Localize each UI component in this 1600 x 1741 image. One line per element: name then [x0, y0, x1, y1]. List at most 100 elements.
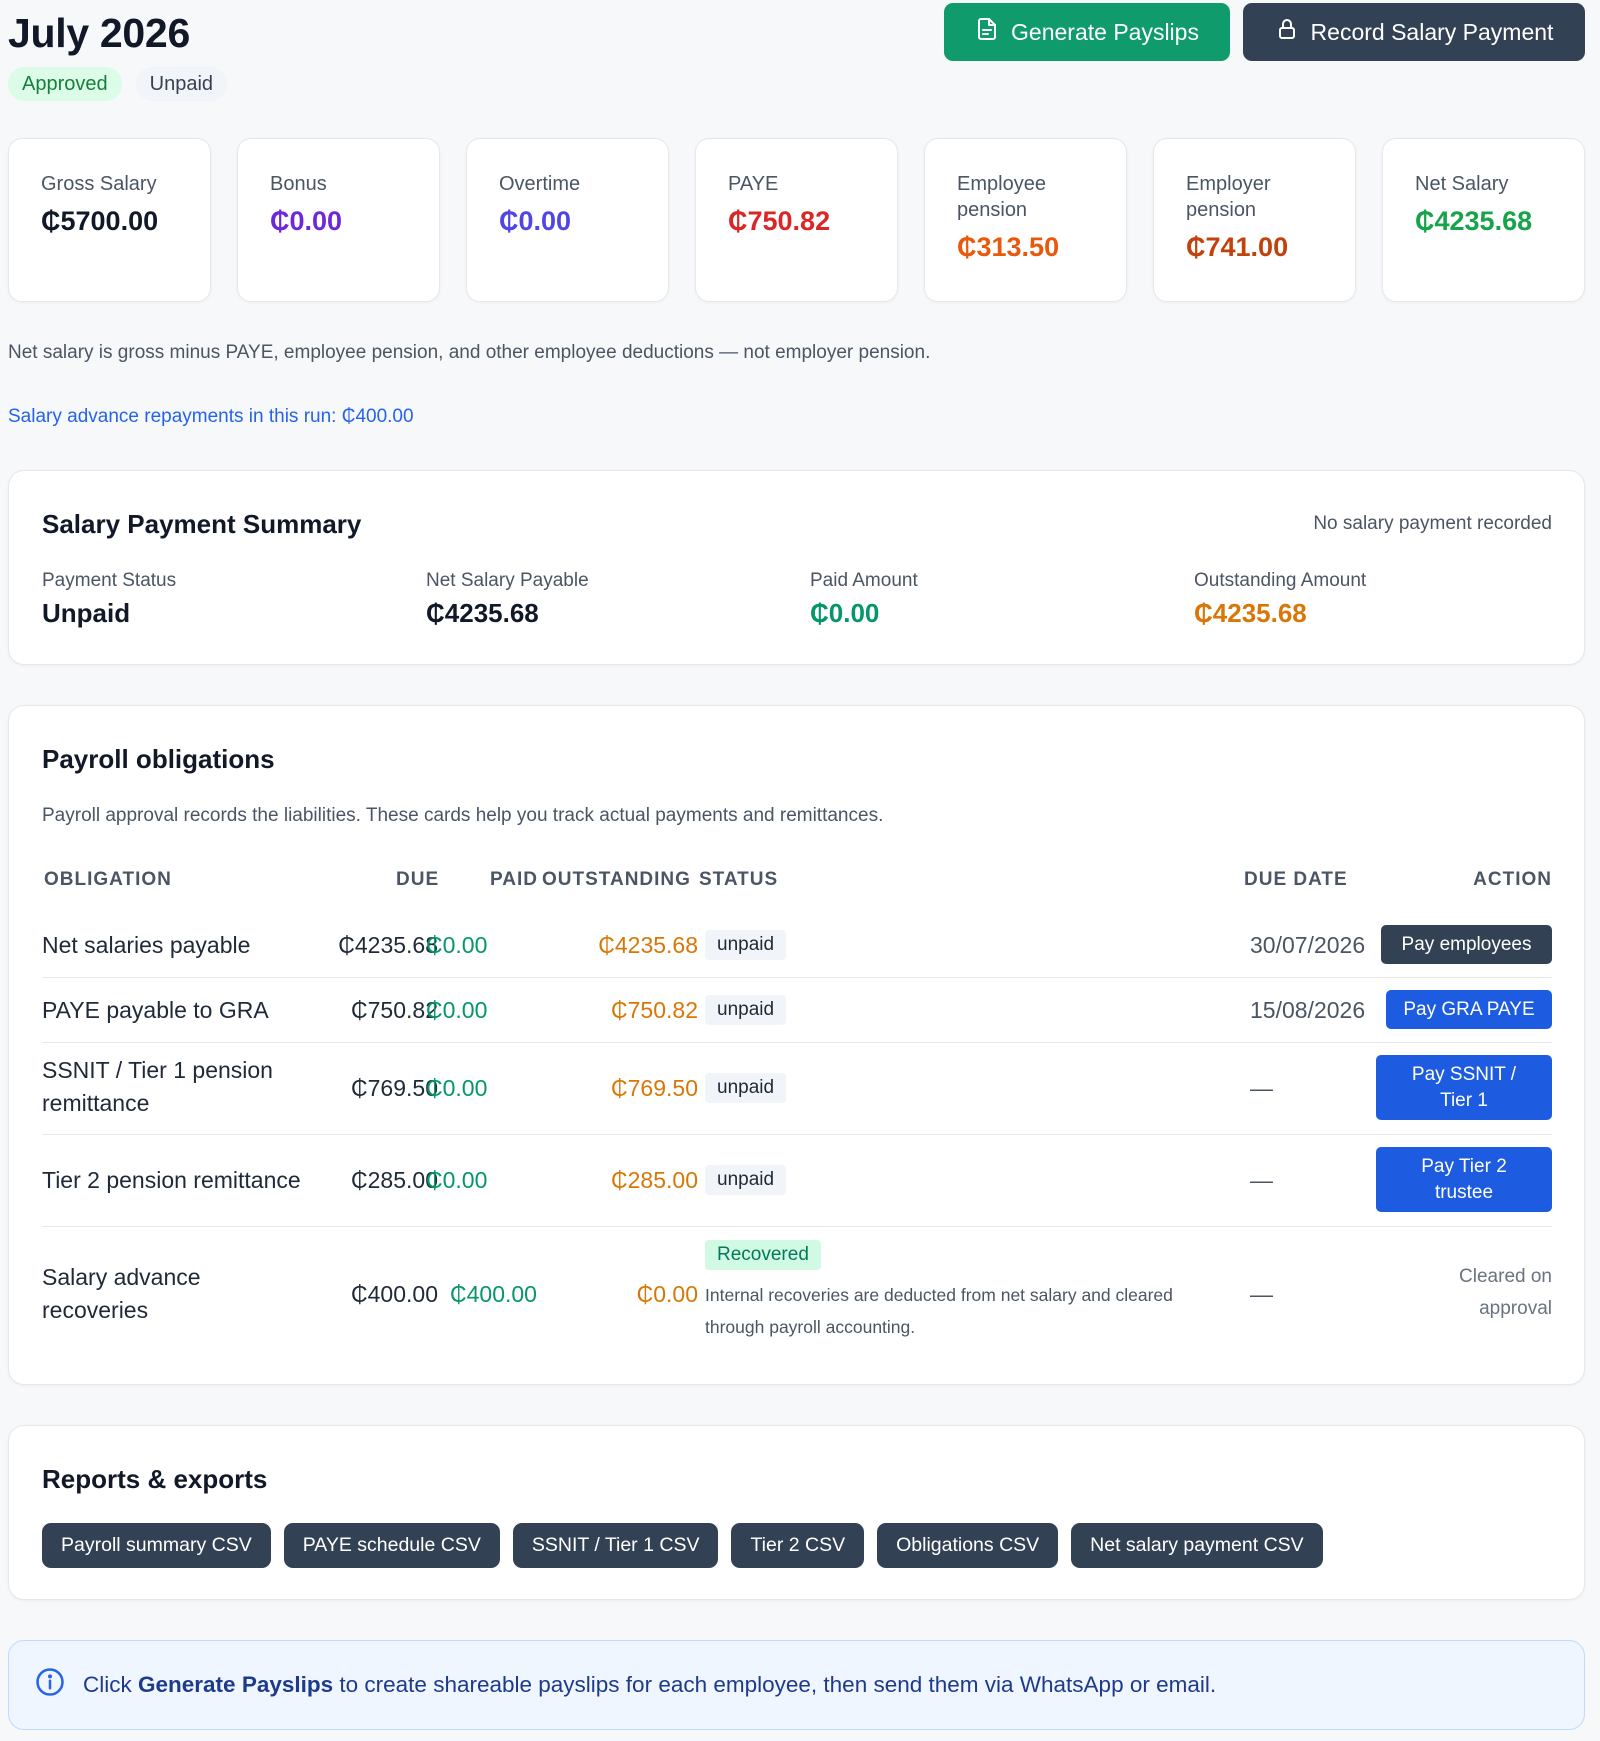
no-payment-recorded: No salary payment recorded — [1313, 513, 1552, 534]
column-header-action: ACTION — [1473, 869, 1552, 890]
pay-employees-button[interactable]: Pay employees — [1381, 925, 1552, 964]
document-icon — [975, 17, 999, 47]
stat-value: ₵741.00 — [1186, 232, 1289, 262]
table-row: Salary advance recoveries ₵400.00 ₵400.0… — [42, 1227, 1552, 1357]
status-badge: unpaid — [705, 1073, 787, 1103]
recovered-badge: Recovered — [705, 1240, 821, 1270]
status-badges: Approved Unpaid — [8, 67, 228, 101]
record-salary-payment-button[interactable]: Record Salary Payment — [1243, 3, 1585, 61]
salary-advance-link[interactable]: Salary advance repayments in this run: ₵… — [8, 406, 414, 428]
obligation-due: ₵4235.68 — [338, 932, 438, 958]
reports-title: Reports & exports — [42, 1464, 268, 1494]
outstanding-amount-label: Outstanding Amount — [1194, 570, 1367, 591]
stat-value: ₵750.82 — [728, 206, 831, 236]
obligation-outstanding: ₵750.82 — [611, 997, 698, 1023]
obligations-title: Payroll obligations — [42, 744, 275, 774]
stat-card-overtime: Overtime ₵0.00 — [466, 138, 669, 302]
obligations-description: Payroll approval records the liabilities… — [42, 805, 884, 826]
column-header-paid: PAID — [490, 869, 538, 890]
column-header-due-date: DUE DATE — [1244, 869, 1348, 890]
record-salary-payment-label: Record Salary Payment — [1310, 18, 1554, 45]
top-actions: Generate Payslips Record Salary Payment — [944, 3, 1585, 61]
stat-card-paye: PAYE ₵750.82 — [695, 138, 898, 302]
ssnit-tier1-csv-button[interactable]: SSNIT / Tier 1 CSV — [512, 1523, 719, 1568]
obligation-paid: ₵0.00 — [426, 932, 488, 958]
pay-ssnit-tier1-button[interactable]: Pay SSNIT / Tier 1 — [1376, 1055, 1552, 1120]
generate-payslips-label: Generate Payslips — [1011, 18, 1199, 45]
obligation-due-date: — — [1250, 1075, 1273, 1101]
obligation-outstanding: ₵4235.68 — [598, 932, 698, 958]
info-icon — [35, 1667, 65, 1703]
stat-card-employer-pension: Employer pension ₵741.00 — [1153, 138, 1356, 302]
salary-payment-summary-panel: Salary Payment Summary No salary payment… — [8, 470, 1585, 665]
export-buttons: Payroll summary CSV PAYE schedule CSV SS… — [42, 1523, 1323, 1568]
stat-label: Employer pension — [1186, 173, 1271, 221]
stat-value: ₵313.50 — [957, 232, 1060, 262]
stat-cards: Gross Salary ₵5700.00 Bonus ₵0.00 Overti… — [8, 138, 1585, 302]
stat-card-net-salary: Net Salary ₵4235.68 — [1382, 138, 1585, 302]
payment-status-label: Payment Status — [42, 570, 177, 591]
net-salary-note: Net salary is gross minus PAYE, employee… — [8, 342, 931, 363]
status-badge: unpaid — [705, 930, 787, 960]
table-row: Net salaries payable ₵4235.68 ₵0.00 ₵423… — [42, 913, 1552, 978]
recovery-note: Internal recoveries are deducted from ne… — [705, 1285, 1173, 1337]
paid-amount-label: Paid Amount — [810, 570, 918, 591]
obligation-name: PAYE payable to GRA — [42, 997, 269, 1023]
stat-label: Net Salary — [1415, 173, 1509, 195]
paye-schedule-csv-button[interactable]: PAYE schedule CSV — [283, 1523, 500, 1568]
status-badge: unpaid — [705, 995, 787, 1025]
outstanding-amount-field: Outstanding Amount ₵4235.68 — [1194, 570, 1366, 629]
stat-label: Gross Salary — [41, 173, 157, 195]
stat-value: ₵0.00 — [270, 206, 343, 236]
unpaid-badge: Unpaid — [135, 67, 228, 101]
net-salary-payable-label: Net Salary Payable — [426, 570, 589, 591]
obligation-due: ₵400.00 — [351, 1281, 438, 1307]
column-header-due: DUE — [396, 869, 440, 890]
table-row: Tier 2 pension remittance ₵285.00 ₵0.00 … — [42, 1135, 1552, 1227]
column-header-obligation: OBLIGATION — [44, 869, 172, 890]
lock-icon — [1275, 17, 1299, 47]
net-salary-payable-value: ₵4235.68 — [426, 598, 539, 628]
stat-value: ₵4235.68 — [1415, 206, 1533, 236]
reports-exports-panel: Reports & exports Payroll summary CSV PA… — [8, 1425, 1585, 1600]
obligation-due-date: 30/07/2026 — [1250, 932, 1366, 958]
obligation-due-date: — — [1250, 1167, 1273, 1193]
obligation-outstanding: ₵769.50 — [611, 1075, 698, 1101]
pay-tier2-trustee-button[interactable]: Pay Tier 2 trustee — [1376, 1147, 1552, 1212]
info-highlight: Generate Payslips — [138, 1672, 334, 1697]
outstanding-amount-value: ₵4235.68 — [1194, 598, 1307, 628]
obligation-paid: ₵0.00 — [426, 997, 488, 1023]
table-row: SSNIT / Tier 1 pension remittance ₵769.5… — [42, 1043, 1552, 1135]
table-row: PAYE payable to GRA ₵750.82 ₵0.00 ₵750.8… — [42, 978, 1552, 1043]
payslip-info-banner: Click Generate Payslips to create sharea… — [8, 1640, 1585, 1730]
tier2-csv-button[interactable]: Tier 2 CSV — [731, 1523, 865, 1568]
obligation-due-date: 15/08/2026 — [1250, 997, 1366, 1023]
stat-card-employee-pension: Employee pension ₵313.50 — [924, 138, 1127, 302]
net-salary-payment-csv-button[interactable]: Net salary payment CSV — [1071, 1523, 1323, 1568]
pay-gra-paye-button[interactable]: Pay GRA PAYE — [1386, 990, 1552, 1029]
info-suffix: to create shareable payslips for each em… — [339, 1672, 1217, 1697]
stat-label: Overtime — [499, 173, 581, 195]
obligation-due: ₵750.82 — [351, 997, 438, 1023]
stat-label: Bonus — [270, 173, 327, 195]
payroll-summary-csv-button[interactable]: Payroll summary CSV — [42, 1523, 271, 1568]
column-header-outstanding: OUTSTANDING — [542, 869, 691, 890]
obligation-name: Net salaries payable — [42, 932, 251, 958]
paid-amount-value: ₵0.00 — [810, 598, 880, 628]
generate-payslips-button[interactable]: Generate Payslips — [944, 3, 1230, 61]
obligations-csv-button[interactable]: Obligations CSV — [877, 1523, 1059, 1568]
cleared-on-approval: Cleared on approval — [1459, 1266, 1552, 1319]
obligation-due: ₵769.50 — [351, 1075, 438, 1101]
obligation-paid: ₵0.00 — [426, 1167, 488, 1193]
obligation-paid: ₵400.00 — [450, 1281, 537, 1307]
stat-label: PAYE — [728, 173, 779, 195]
obligation-outstanding: ₵0.00 — [636, 1281, 698, 1307]
stat-value: ₵0.00 — [499, 206, 572, 236]
obligation-outstanding: ₵285.00 — [611, 1167, 698, 1193]
obligation-due: ₵285.00 — [351, 1167, 438, 1193]
obligation-paid: ₵0.00 — [426, 1075, 488, 1101]
payment-status-field: Payment Status Unpaid — [42, 570, 176, 629]
obligation-name: Salary advance recoveries — [42, 1264, 201, 1323]
payment-status-value: Unpaid — [42, 598, 131, 628]
info-prefix: Click — [83, 1672, 132, 1697]
